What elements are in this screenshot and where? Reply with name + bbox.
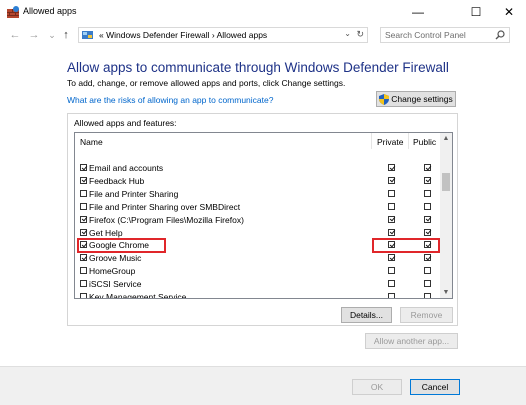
public-checkbox[interactable] (424, 293, 431, 298)
private-checkbox[interactable] (388, 254, 395, 262)
address-dropdown-icon[interactable]: ⌄ (344, 29, 351, 38)
app-enabled-checkbox[interactable] (80, 215, 87, 223)
app-name: Feedback Hub (89, 175, 145, 186)
highlight-box-checkboxes (372, 238, 440, 253)
app-row[interactable]: File and Printer Sharing (75, 188, 440, 201)
app-enabled-checkbox[interactable] (80, 189, 87, 197)
close-button[interactable]: ✕ (494, 0, 524, 24)
recent-locations-button[interactable]: ⌄ (46, 28, 58, 42)
highlight-box-app (77, 238, 166, 253)
app-enabled-checkbox[interactable] (80, 267, 87, 275)
search-box[interactable]: Search Control Panel (380, 27, 510, 43)
public-checkbox[interactable] (424, 176, 431, 184)
scroll-up-icon[interactable]: ▲ (440, 135, 452, 142)
risks-link[interactable]: What are the risks of allowing an app to… (67, 95, 273, 105)
close-icon: ✕ (503, 5, 515, 19)
app-name: Key Management Service (89, 292, 187, 299)
private-checkbox[interactable] (388, 164, 395, 171)
app-enabled-checkbox[interactable] (80, 202, 87, 210)
firewall-icon (7, 6, 19, 18)
app-row[interactable]: iSCSI Service (75, 278, 440, 291)
apps-list[interactable]: Name Private Public Email and accounts Fe… (74, 132, 453, 299)
title-bar: Allowed apps — ☐ ✕ (0, 0, 526, 24)
private-checkbox[interactable] (388, 228, 395, 236)
search-input[interactable]: Search Control Panel (385, 30, 466, 40)
column-divider[interactable] (408, 133, 409, 149)
app-name: Firefox (C:\Program Files\Mozilla Firefo… (89, 214, 244, 225)
app-row[interactable]: HomeGroup (75, 265, 440, 278)
page-title: Allow apps to communicate through Window… (67, 60, 449, 75)
app-name: HomeGroup (89, 266, 136, 277)
window-title: Allowed apps (23, 6, 77, 16)
dialog-footer: OK Cancel (0, 366, 526, 405)
private-checkbox[interactable] (388, 176, 395, 184)
app-row[interactable]: Key Management Service (75, 291, 440, 299)
column-divider[interactable] (371, 133, 372, 149)
app-row[interactable]: Email and accounts (75, 162, 440, 175)
public-checkbox[interactable] (424, 228, 431, 236)
column-header-private[interactable]: Private (377, 137, 403, 147)
public-checkbox[interactable] (424, 280, 431, 288)
back-button[interactable]: ← (9, 28, 21, 42)
private-checkbox[interactable] (388, 267, 395, 275)
change-settings-label: Change settings (391, 94, 453, 104)
navigation-bar: ← → ⌄ ↑ « Windows Defender Firewall › Al… (0, 24, 526, 46)
maximize-button[interactable]: ☐ (461, 0, 491, 24)
list-scrollbar[interactable]: ▲ ▼ (440, 133, 452, 298)
app-name: Groove Music (89, 253, 142, 264)
refresh-icon[interactable]: ↻ (356, 29, 364, 40)
app-row[interactable]: Firefox (C:\Program Files\Mozilla Firefo… (75, 214, 440, 227)
private-checkbox[interactable] (388, 202, 395, 210)
allow-another-app-button[interactable]: Allow another app... (365, 333, 458, 349)
app-name: File and Printer Sharing over SMBDirect (89, 201, 241, 212)
page-description: To add, change, or remove allowed apps a… (67, 78, 346, 88)
app-enabled-checkbox[interactable] (80, 254, 87, 262)
public-checkbox[interactable] (424, 202, 431, 210)
allowed-apps-group: Allowed apps and features: Name Private … (67, 113, 458, 326)
private-checkbox[interactable] (388, 189, 395, 197)
public-checkbox[interactable] (424, 189, 431, 197)
public-checkbox[interactable] (424, 267, 431, 275)
app-row[interactable]: File and Printer Sharing over SMBDirect (75, 201, 440, 214)
private-checkbox[interactable] (388, 215, 395, 223)
remove-button[interactable]: Remove (400, 307, 453, 323)
breadcrumb[interactable]: « Windows Defender Firewall › Allowed ap… (99, 30, 267, 40)
app-enabled-checkbox[interactable] (80, 293, 87, 298)
search-icon[interactable] (495, 30, 505, 40)
cancel-button[interactable]: Cancel (410, 379, 460, 395)
minimize-icon: — (412, 5, 424, 19)
details-button[interactable]: Details... (341, 307, 392, 323)
up-button[interactable]: ↑ (60, 28, 72, 42)
app-name: File and Printer Sharing (89, 188, 179, 199)
maximize-icon: ☐ (470, 5, 482, 19)
public-checkbox[interactable] (424, 215, 431, 223)
ok-button[interactable]: OK (352, 379, 402, 395)
public-checkbox[interactable] (424, 254, 431, 262)
private-checkbox[interactable] (388, 280, 395, 288)
private-checkbox[interactable] (388, 293, 395, 298)
change-settings-button[interactable]: Change settings (376, 91, 456, 107)
app-enabled-checkbox[interactable] (80, 228, 87, 236)
public-checkbox[interactable] (424, 164, 431, 171)
app-name: Get Help (89, 227, 123, 238)
app-row[interactable]: Groove Music (75, 252, 440, 265)
group-label: Allowed apps and features: (74, 118, 177, 128)
scroll-down-icon[interactable]: ▼ (440, 289, 452, 296)
column-header-public[interactable]: Public (413, 137, 436, 147)
app-enabled-checkbox[interactable] (80, 176, 87, 184)
control-panel-icon (82, 31, 93, 39)
app-name: iSCSI Service (89, 279, 142, 290)
app-row[interactable]: Feedback Hub (75, 175, 440, 188)
forward-button[interactable]: → (28, 28, 40, 42)
minimize-button[interactable]: — (403, 0, 433, 24)
app-name: Email and accounts (89, 163, 164, 173)
scroll-thumb[interactable] (442, 173, 450, 191)
uac-shield-icon (379, 93, 390, 105)
app-enabled-checkbox[interactable] (80, 280, 87, 288)
column-header-name[interactable]: Name (80, 137, 103, 147)
app-enabled-checkbox[interactable] (80, 164, 87, 171)
address-bar[interactable]: « Windows Defender Firewall › Allowed ap… (78, 27, 368, 43)
